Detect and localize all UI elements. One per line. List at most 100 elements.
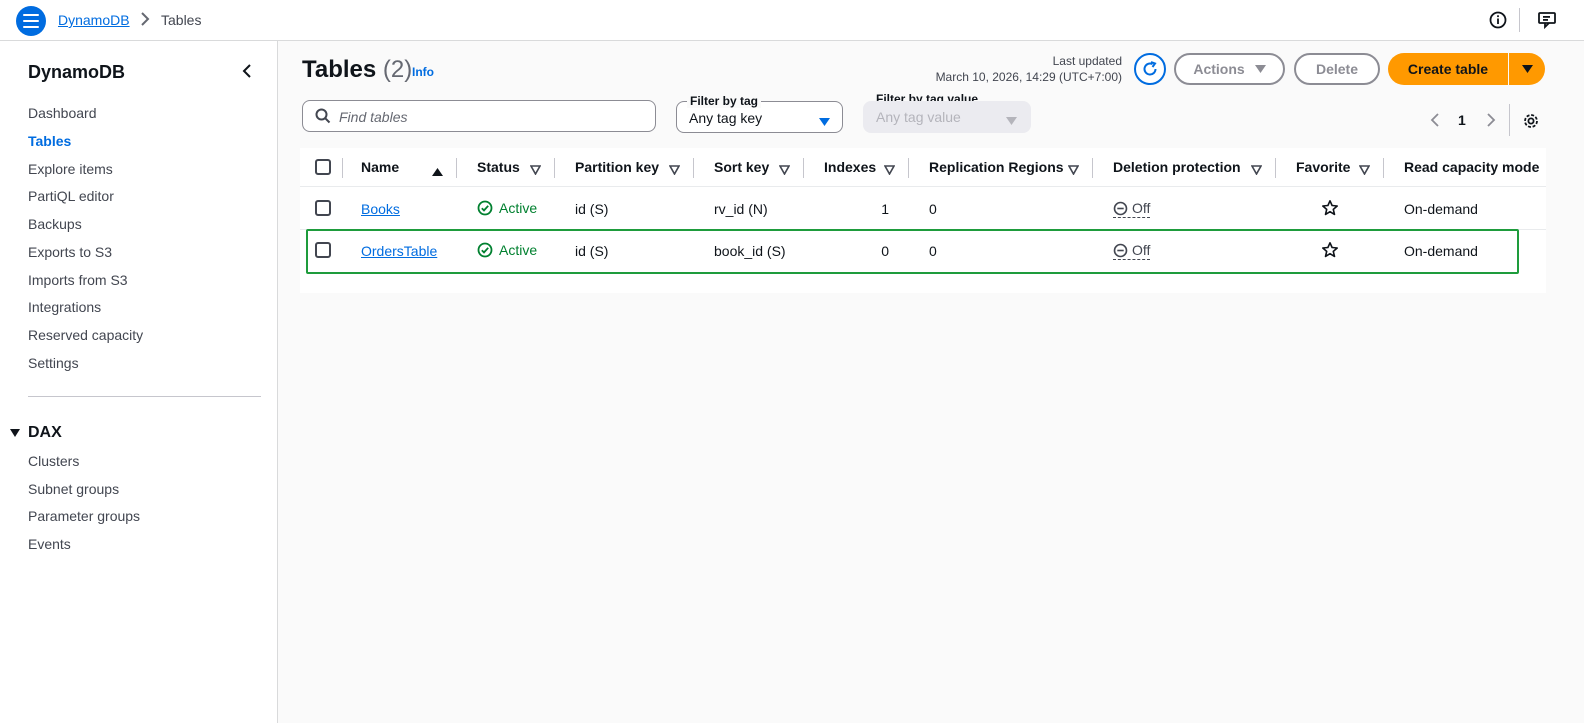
- actions-button[interactable]: Actions: [1174, 53, 1285, 85]
- status-badge: Active: [477, 200, 537, 216]
- breadcrumb-current: Tables: [161, 12, 202, 28]
- dax-section-toggle[interactable]: DAX: [10, 424, 62, 442]
- info-icon[interactable]: [1489, 11, 1507, 32]
- sidebar-item-clusters[interactable]: Clusters: [28, 453, 79, 469]
- sidebar-item-settings[interactable]: Settings: [28, 355, 79, 371]
- last-updated-label: Last updated: [1052, 54, 1122, 68]
- deletion-protection-cell[interactable]: Off: [1113, 242, 1151, 260]
- column-resizer[interactable]: [1383, 158, 1384, 178]
- column-resizer[interactable]: [342, 158, 343, 178]
- sidebar-item-events[interactable]: Events: [28, 536, 71, 552]
- column-resizer[interactable]: [803, 158, 804, 178]
- sidebar-divider: [28, 396, 261, 397]
- sidebar-title: DynamoDB: [28, 62, 126, 82]
- minus-circle-icon: [1113, 243, 1128, 257]
- column-resizer[interactable]: [456, 158, 457, 178]
- collapse-sidebar-icon[interactable]: [240, 63, 254, 82]
- column-header-deletion-protection[interactable]: Deletion protection: [1113, 159, 1241, 175]
- replication-regions-cell: 0: [929, 243, 937, 259]
- minus-circle-icon: [1113, 201, 1128, 215]
- create-table-button[interactable]: Create table: [1388, 53, 1508, 85]
- column-header-sort-key[interactable]: Sort key: [714, 159, 769, 175]
- deletion-protection-cell[interactable]: Off: [1113, 200, 1151, 218]
- page-number[interactable]: 1: [1458, 112, 1466, 128]
- next-page-icon[interactable]: [1486, 113, 1496, 130]
- refresh-button[interactable]: [1134, 53, 1166, 85]
- sort-ascending-icon[interactable]: [432, 163, 443, 179]
- column-resizer[interactable]: [1092, 158, 1093, 178]
- read-capacity-mode-cell: On-demand: [1404, 243, 1478, 259]
- filter-by-tag-select[interactable]: Filter by tag Any tag key: [676, 94, 843, 133]
- column-header-favorite[interactable]: Favorite: [1296, 159, 1350, 175]
- sidebar-item-tables[interactable]: Tables: [28, 133, 71, 149]
- filter-by-tag-value-select: Any tag value: [863, 101, 1031, 133]
- table-name-link[interactable]: OrdersTable: [361, 243, 437, 259]
- check-circle-icon: [477, 242, 493, 258]
- sort-icon[interactable]: [1067, 162, 1080, 178]
- sort-icon[interactable]: [883, 162, 896, 178]
- top-navigation-bar: DynamoDB Tables: [0, 0, 1584, 41]
- side-navigation: DynamoDB Dashboard Tables Explore items …: [0, 41, 278, 723]
- previous-page-icon[interactable]: [1430, 113, 1440, 130]
- sort-icon[interactable]: [778, 162, 791, 178]
- filter-by-tag-value: Any tag key: [689, 110, 763, 126]
- sidebar-item-parameter-groups[interactable]: Parameter groups: [28, 508, 140, 524]
- table-name-link[interactable]: Books: [361, 201, 400, 217]
- page-title: Tables (2): [302, 56, 412, 84]
- star-icon[interactable]: [1321, 199, 1339, 220]
- delete-button[interactable]: Delete: [1294, 53, 1380, 85]
- indexes-cell: 0: [881, 243, 889, 259]
- sort-icon[interactable]: [529, 162, 542, 178]
- last-updated: Last updated March 10, 2026, 14:29 (UTC+…: [936, 53, 1122, 85]
- last-updated-value: March 10, 2026, 14:29 (UTC+7:00): [935, 70, 1122, 84]
- sidebar-item-imports-from-s3[interactable]: Imports from S3: [28, 272, 128, 288]
- column-header-status[interactable]: Status: [477, 159, 520, 175]
- page-title-text: Tables: [302, 56, 377, 83]
- sidebar-item-integrations[interactable]: Integrations: [28, 299, 101, 315]
- row-checkbox[interactable]: [315, 242, 331, 258]
- caret-down-icon: [10, 424, 20, 442]
- sidebar-item-dashboard[interactable]: Dashboard: [28, 105, 97, 121]
- sort-key-cell: book_id (S): [714, 243, 786, 259]
- column-resizer[interactable]: [908, 158, 909, 178]
- search-input[interactable]: [339, 107, 639, 127]
- row-checkbox[interactable]: [315, 200, 331, 216]
- info-link[interactable]: Info: [412, 65, 434, 79]
- sidebar-item-partiql-editor[interactable]: PartiQL editor: [28, 188, 114, 204]
- create-table-dropdown-button[interactable]: [1509, 53, 1545, 85]
- read-capacity-mode-cell: On-demand: [1404, 201, 1478, 217]
- sidebar-item-subnet-groups[interactable]: Subnet groups: [28, 481, 119, 497]
- indexes-cell: 1: [881, 201, 889, 217]
- caret-down-icon: [1006, 112, 1017, 128]
- caret-down-icon: [1521, 65, 1533, 73]
- sort-key-cell: rv_id (N): [714, 201, 768, 217]
- column-header-replication-regions[interactable]: Replication Regions: [929, 159, 1064, 175]
- feedback-icon[interactable]: [1537, 10, 1557, 33]
- column-header-indexes[interactable]: Indexes: [824, 159, 876, 175]
- column-header-name[interactable]: Name: [361, 159, 399, 175]
- sidebar-item-exports-to-s3[interactable]: Exports to S3: [28, 244, 112, 260]
- select-all-checkbox[interactable]: [315, 159, 331, 175]
- find-tables-search[interactable]: [302, 100, 656, 132]
- sidebar-item-backups[interactable]: Backups: [28, 216, 82, 232]
- header-divider: [300, 186, 1546, 187]
- sort-icon[interactable]: [668, 162, 681, 178]
- column-header-read-capacity-mode[interactable]: Read capacity mode: [1404, 159, 1539, 175]
- deletion-protection-text: Off: [1132, 200, 1151, 216]
- sidebar-item-explore-items[interactable]: Explore items: [28, 161, 113, 177]
- column-resizer[interactable]: [693, 158, 694, 178]
- sort-icon[interactable]: [1358, 162, 1371, 178]
- topbar-divider: [1519, 8, 1520, 32]
- deletion-protection-text: Off: [1132, 242, 1151, 258]
- star-icon[interactable]: [1321, 241, 1339, 262]
- sidebar-item-reserved-capacity[interactable]: Reserved capacity: [28, 327, 143, 343]
- column-resizer[interactable]: [554, 158, 555, 178]
- status-text: Active: [499, 242, 538, 258]
- gear-icon[interactable]: [1522, 112, 1540, 133]
- search-icon: [315, 108, 331, 127]
- menu-icon[interactable]: [16, 6, 46, 36]
- sort-icon[interactable]: [1250, 162, 1263, 178]
- column-resizer[interactable]: [1275, 158, 1276, 178]
- breadcrumb-dynamodb-link[interactable]: DynamoDB: [58, 12, 130, 28]
- column-header-partition-key[interactable]: Partition key: [575, 159, 659, 175]
